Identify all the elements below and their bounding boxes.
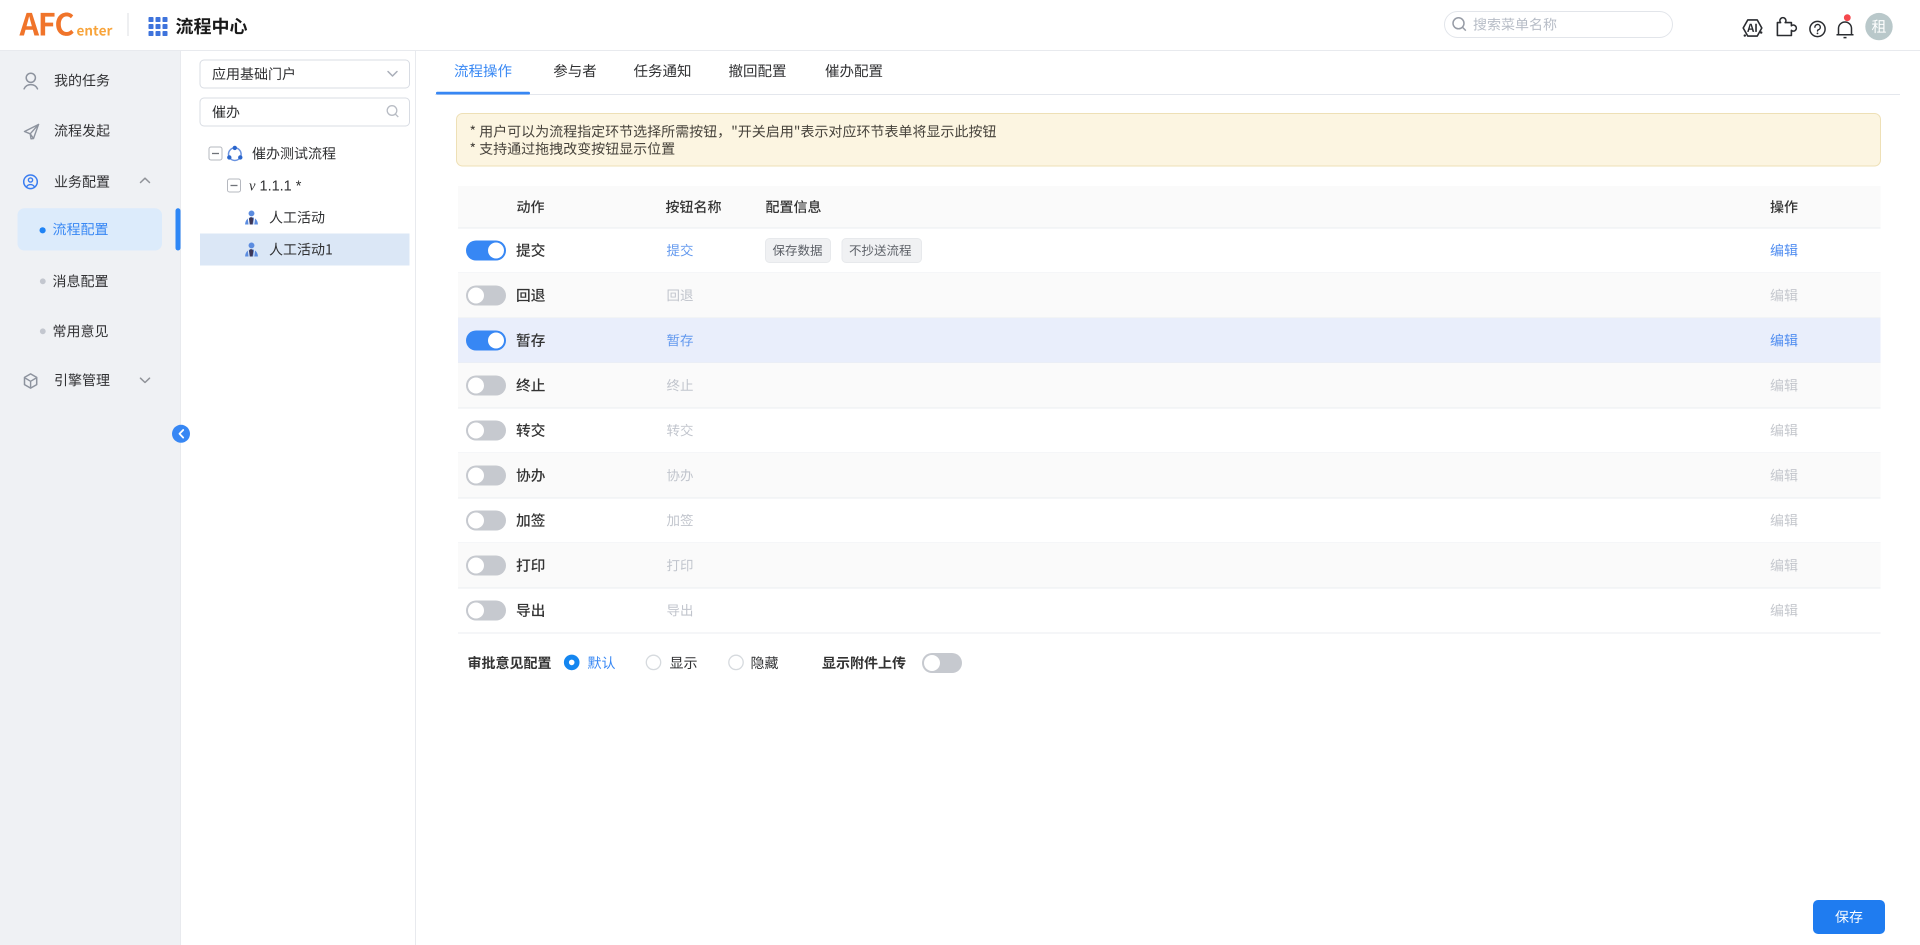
svg-text:1.1.1 *: 1.1.1 * <box>260 179 302 195</box>
svg-text:v: v <box>249 179 256 195</box>
